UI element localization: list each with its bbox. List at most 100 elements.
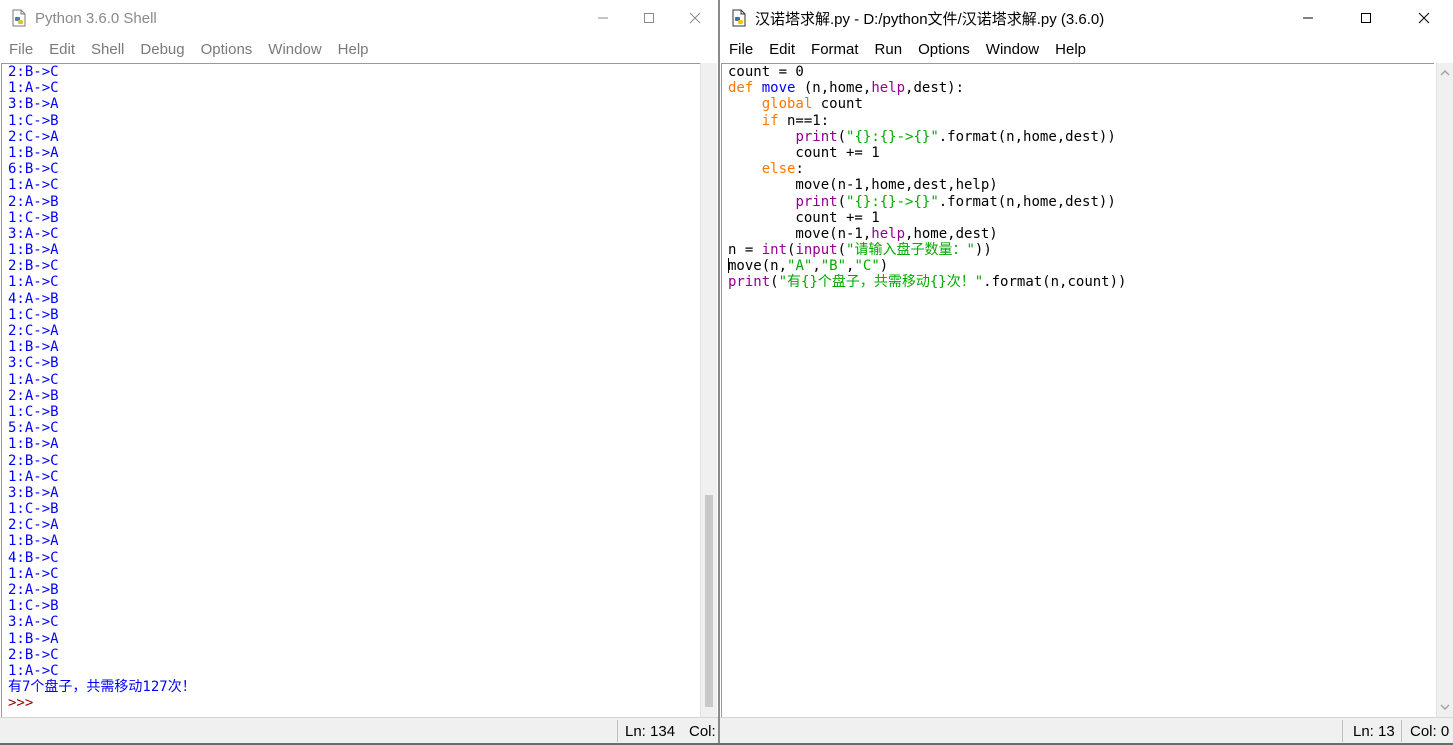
shell-output-line: 3:B->A [8, 484, 59, 501]
code-text: )) [974, 242, 992, 259]
code-keyword: def [728, 80, 754, 97]
maximize-icon [1361, 13, 1371, 23]
shell-titlebar[interactable]: Python 3.6.0 Shell [0, 0, 718, 36]
shell-output-line: 1:C->B [8, 598, 59, 615]
code-text: , [812, 258, 821, 275]
close-button[interactable] [1395, 0, 1453, 36]
code-line: if n==1: [728, 113, 1434, 129]
code-line: count += 1 [728, 145, 1434, 161]
shell-output-line: 2:B->C [8, 452, 59, 469]
code-builtin: print [728, 274, 771, 291]
shell-status-col: Col: [689, 723, 716, 740]
python-file-icon [12, 9, 26, 27]
code-line: else: [728, 161, 1434, 177]
maximize-button[interactable] [626, 0, 672, 36]
code-text: ,home,dest) [905, 225, 998, 242]
close-icon [689, 12, 701, 24]
code-builtin: help [871, 80, 906, 97]
shell-output-line: 3:A->C [8, 225, 59, 242]
code-text: ( [837, 193, 847, 210]
shell-output-line: 2:C->A [8, 517, 59, 534]
code-text: count += 1 [728, 144, 880, 161]
shell-output-line: 5:A->C [8, 420, 59, 437]
python-file-icon [732, 9, 746, 27]
code-line: global count [728, 96, 1434, 112]
code-text: .format(n,home,dest)) [938, 128, 1116, 145]
code-text: move(n, [728, 258, 788, 275]
editor-title: 汉诺塔求解.py - D:/python文件/汉诺塔求解.py (3.6.0) [755, 10, 1105, 28]
code-builtin: print [795, 193, 838, 210]
shell-output-line: 3:A->C [8, 614, 59, 631]
shell-output-line: 1:B->A [8, 242, 59, 259]
shell-status-ln: Ln: 134 [625, 723, 676, 740]
scroll-up-arrow-icon[interactable] [1440, 69, 1450, 77]
shell-output-line: 1:C->B [8, 209, 59, 226]
editor-titlebar[interactable]: 汉诺塔求解.py - D:/python文件/汉诺塔求解.py (3.6.0) [720, 0, 1453, 36]
close-button[interactable] [672, 0, 718, 36]
code-line: count += 1 [728, 210, 1434, 226]
shell-output-line: 2:C->A [8, 323, 59, 339]
shell-statusbar: Ln: 134 Col: [0, 717, 718, 745]
scroll-down-arrow-icon[interactable] [1440, 703, 1450, 711]
menu-help[interactable]: Help [1047, 41, 1094, 58]
menu-options[interactable]: Options [910, 41, 978, 58]
code-string: "C" [854, 258, 880, 275]
shell-output-line: 3:B->A [8, 96, 59, 113]
code-line: def move (n,home,help,dest): [728, 80, 1434, 96]
code-line: n = int(input("请输入盘子数量：")) [728, 242, 1434, 258]
code-text: n==1: [778, 112, 830, 129]
code-text: ( [770, 274, 779, 291]
menu-edit[interactable]: Edit [761, 41, 803, 58]
close-icon [1418, 12, 1430, 24]
menu-debug[interactable]: Debug [132, 41, 192, 58]
shell-output-lines: 2:B->C 1:A->C 3:B->A 1:C->B 2:C->A 1:B->A 6:B-… [8, 64, 711, 679]
shell-output-area[interactable]: 2:B->C 1:A->C 3:B->A 1:C->B 2:C->A 1:B->A 6:B-… [1, 63, 711, 717]
shell-scroll-thumb[interactable] [705, 495, 713, 707]
shell-output-line: 1:C->B [8, 501, 59, 518]
minimize-button[interactable] [1279, 0, 1337, 36]
menu-shell[interactable]: Shell [83, 41, 132, 58]
menu-format[interactable]: Format [803, 41, 867, 58]
editor-code-area[interactable]: count = 0 def move (n,home,help,dest): g… [721, 63, 1434, 717]
code-line: count = 0 [728, 64, 1434, 80]
shell-prompt[interactable]: >>> [8, 695, 711, 711]
code-text: ,dest): [905, 80, 965, 97]
editor-window: 汉诺塔求解.py - D:/python文件/汉诺塔求解.py (3.6.0) … [720, 0, 1453, 745]
shell-result-line: 有7个盘子，共需移动127次！ [8, 679, 196, 696]
maximize-button[interactable] [1337, 0, 1395, 36]
shell-window-controls [580, 0, 718, 36]
shell-output-line: 3:C->B [8, 355, 59, 372]
menu-file[interactable]: File [720, 41, 761, 58]
menu-file[interactable]: File [0, 41, 41, 58]
menu-run[interactable]: Run [867, 41, 911, 58]
code-string: "{}:{}->{}" [846, 193, 939, 210]
editor-scrollbar[interactable] [1436, 63, 1453, 717]
shell-output-line: 4:A->B [8, 290, 59, 307]
code-builtin: int [761, 242, 788, 259]
shell-output-line: 1:A->C [8, 371, 59, 388]
shell-output-line: 1:B->A [8, 144, 59, 161]
shell-output-line: 4:B->C [8, 549, 59, 566]
status-separator [1342, 720, 1343, 742]
menu-help[interactable]: Help [330, 41, 377, 58]
shell-scrollbar[interactable] [700, 63, 717, 717]
code-builtin: help [871, 225, 906, 242]
minimize-icon [598, 17, 608, 19]
code-text: .format(n,home,dest)) [938, 193, 1116, 210]
shell-output-line: 1:A->C [8, 662, 59, 679]
shell-output-line: 2:C->A [8, 128, 59, 145]
code-line: print("{}:{}->{}".format(n,home,dest)) [728, 129, 1434, 145]
code-text: ( [837, 242, 847, 259]
minimize-button[interactable] [580, 0, 626, 36]
menu-window[interactable]: Window [260, 41, 329, 58]
shell-output-line: 1:B->A [8, 630, 59, 647]
code-builtin: print [795, 128, 838, 145]
menu-edit[interactable]: Edit [41, 41, 83, 58]
shell-output-line: 1:B->A [8, 436, 59, 453]
code-text: move(n-1, [728, 225, 872, 242]
menu-window[interactable]: Window [978, 41, 1047, 58]
menu-options[interactable]: Options [193, 41, 261, 58]
